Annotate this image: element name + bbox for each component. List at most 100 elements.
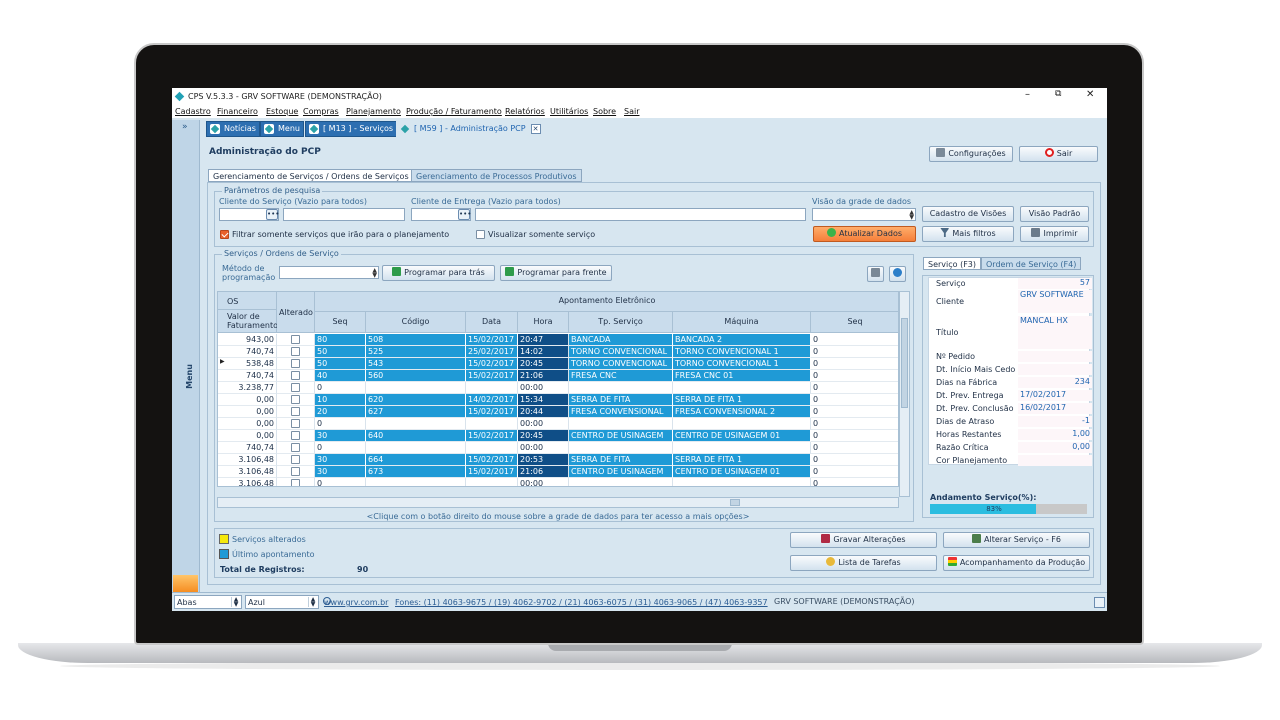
alterado-checkbox[interactable] xyxy=(291,395,300,404)
detail-row: Cliente GRV SOFTWARE xyxy=(932,290,1092,314)
table-row[interactable]: 538,48 50 543 15/02/2017 20:45 TORNO CONVENCI… xyxy=(218,358,898,370)
alterado-checkbox[interactable] xyxy=(291,335,300,344)
minimize-button[interactable]: – xyxy=(1025,89,1030,100)
programar-tras-button[interactable]: Programar para trás xyxy=(382,265,495,281)
sidebar-toggle[interactable]: » xyxy=(182,122,188,132)
total-registros-value: 90 xyxy=(357,565,369,574)
alterado-checkbox[interactable] xyxy=(291,359,300,368)
close-tab-icon[interactable]: ✕ xyxy=(530,124,541,134)
menu-estoque[interactable]: Estoque xyxy=(266,107,298,116)
tab-ordem-servico-f4[interactable]: Ordem de Serviço (F4) xyxy=(981,257,1082,270)
subtab-gerenciamento-servicos[interactable]: Gerenciamento de Serviços / Ordens de Se… xyxy=(208,169,414,182)
table-row[interactable]: 740,74 0 00:00 0 xyxy=(218,442,898,454)
imprimir-button[interactable]: Imprimir xyxy=(1020,226,1089,242)
cell-seq: 10 xyxy=(315,394,366,406)
abas-value: Abas xyxy=(177,598,197,607)
alterado-cell xyxy=(277,442,315,454)
alterado-checkbox[interactable] xyxy=(291,443,300,452)
cell-maquina xyxy=(673,382,811,394)
tab-servico-f3[interactable]: Serviço (F3) xyxy=(923,257,982,270)
lista-tarefas-button[interactable]: Lista de Tarefas xyxy=(790,555,937,571)
grid-vertical-scrollbar[interactable] xyxy=(899,291,910,497)
detail-row: Serviço 57 xyxy=(932,278,1092,290)
table-row[interactable]: 3.106,48 0 00:00 0 xyxy=(218,478,898,486)
table-row[interactable]: 3.106,48 30 673 15/02/2017 21:06 CENTRO DE US… xyxy=(218,466,898,478)
tema-select[interactable]: Azul ▲ ▼ xyxy=(245,595,319,609)
menu-financeiro[interactable]: Financeiro xyxy=(217,107,258,116)
menu-planejamento[interactable]: Planejamento xyxy=(346,107,401,116)
tab-servicos[interactable]: [ M13 ] - Serviços xyxy=(305,121,398,137)
sidebar-menu-label[interactable]: Menu xyxy=(185,364,194,389)
menu-utilitarios[interactable]: Utilitários xyxy=(550,107,588,116)
sair-button[interactable]: Sair xyxy=(1019,146,1098,162)
grid-settings-button[interactable] xyxy=(867,266,884,282)
cell-codigo: 640 xyxy=(366,430,466,442)
detail-row: Dias de Atraso -1 xyxy=(932,416,1092,428)
tab-noticias[interactable]: Notícias xyxy=(206,121,260,137)
subtab-processos-produtivos[interactable]: Gerenciamento de Processos Produtivos xyxy=(411,169,582,182)
menu-compras[interactable]: Compras xyxy=(303,107,339,116)
menu-sair[interactable]: Sair xyxy=(624,107,640,116)
acompanhamento-button[interactable]: Acompanhamento da Produção xyxy=(943,555,1090,571)
close-button[interactable]: ✕ xyxy=(1086,89,1094,100)
filtrar-checkbox[interactable] xyxy=(220,230,229,239)
menu-sobre[interactable]: Sobre xyxy=(593,107,616,116)
menu-bar: Cadastro Financeiro Estoque Compras Plan… xyxy=(172,105,1107,118)
servicos-grid[interactable]: OS Valor de Faturamento Alterado Apontam… xyxy=(217,291,899,487)
edit-icon xyxy=(972,534,981,543)
grid-horizontal-scrollbar[interactable] xyxy=(217,497,899,508)
table-row[interactable]: 3.106,48 30 664 15/02/2017 20:53 SERRA DE FIT… xyxy=(218,454,898,466)
visualizar-checkbox[interactable] xyxy=(476,230,485,239)
home-icon[interactable] xyxy=(1094,597,1105,608)
cell-seq: 50 xyxy=(315,346,366,358)
alterado-checkbox[interactable] xyxy=(291,455,300,464)
detail-key: Dias de Atraso xyxy=(936,417,995,426)
table-row[interactable]: 740,74 40 560 15/02/2017 21:06 FRESA CNC FRESA… xyxy=(218,370,898,382)
table-row[interactable]: 0,00 10 620 14/02/2017 15:34 SERRA DE FITA SER… xyxy=(218,394,898,406)
alterado-checkbox[interactable] xyxy=(291,479,300,486)
alterado-checkbox[interactable] xyxy=(291,383,300,392)
tab-menu[interactable]: Menu xyxy=(260,121,304,137)
alterado-checkbox[interactable] xyxy=(291,419,300,428)
cell-codigo: 543 xyxy=(366,358,466,370)
table-row[interactable]: 740,74 50 525 25/02/2017 14:02 TORNO CONVENCI… xyxy=(218,346,898,358)
metodo-select[interactable]: ▲ ▼ xyxy=(279,266,379,279)
maximize-button[interactable]: ⧉ xyxy=(1055,89,1061,99)
alterado-checkbox[interactable] xyxy=(291,431,300,440)
menu-producao[interactable]: Produção / Faturamento xyxy=(406,107,502,116)
menu-cadastro[interactable]: Cadastro xyxy=(175,107,211,116)
grid-info-button[interactable] xyxy=(889,266,906,282)
alterados-swatch xyxy=(219,534,229,544)
scrollbar-thumb[interactable] xyxy=(901,318,908,408)
grid-hint: <Clique com o botão direito do mouse sob… xyxy=(366,512,750,521)
mais-filtros-button[interactable]: Mais filtros xyxy=(922,226,1014,242)
alterado-checkbox[interactable] xyxy=(291,347,300,356)
menu-relatorios[interactable]: Relatórios xyxy=(505,107,545,116)
cliente-entrega-lookup-button[interactable]: ••• xyxy=(458,209,471,220)
cliente-servico-lookup-button[interactable]: ••• xyxy=(266,209,279,220)
alterado-checkbox[interactable] xyxy=(291,371,300,380)
table-row[interactable]: 3.238,77 0 00:00 0 xyxy=(218,382,898,394)
atualizar-dados-button[interactable]: Atualizar Dados xyxy=(813,226,916,242)
cliente-entrega-name-input[interactable] xyxy=(475,208,806,221)
visao-grade-select[interactable]: ▲ ▼ xyxy=(812,208,916,221)
table-row[interactable]: 0,00 0 00:00 0 xyxy=(218,418,898,430)
abas-select[interactable]: Abas ▲ ▼ xyxy=(174,595,242,609)
cadastro-visoes-button[interactable]: Cadastro de Visões xyxy=(922,206,1014,222)
cliente-servico-name-input[interactable] xyxy=(283,208,405,221)
table-row[interactable]: 943,00 80 508 15/02/2017 20:47 BANCADA BANCADA… xyxy=(218,334,898,346)
site-link[interactable]: www.grv.com.br xyxy=(324,598,388,607)
table-row[interactable]: 0,00 30 640 15/02/2017 20:45 CENTRO DE USINAG… xyxy=(218,430,898,442)
visao-padrao-button[interactable]: Visão Padrão xyxy=(1020,206,1089,222)
gravar-alteracoes-button[interactable]: Gravar Alterações xyxy=(790,532,937,548)
alterado-checkbox[interactable] xyxy=(291,407,300,416)
alterado-checkbox[interactable] xyxy=(291,467,300,476)
alterar-servico-button[interactable]: Alterar Serviço - F6 xyxy=(943,532,1090,548)
cell-valor: 740,74 xyxy=(218,442,277,454)
configuracoes-button[interactable]: Configurações xyxy=(929,146,1013,162)
programar-frente-button[interactable]: Programar para frente xyxy=(500,265,612,281)
table-row[interactable]: 0,00 20 627 15/02/2017 20:44 FRESA CONVENSION… xyxy=(218,406,898,418)
scrollbar-thumb[interactable] xyxy=(730,499,740,506)
fones-link[interactable]: Fones: (11) 4063-9675 / (19) 4062-9702 /… xyxy=(395,598,768,607)
tab-administracao-pcp[interactable]: [ M59 ] - Administração PCP ✕ xyxy=(396,121,545,137)
